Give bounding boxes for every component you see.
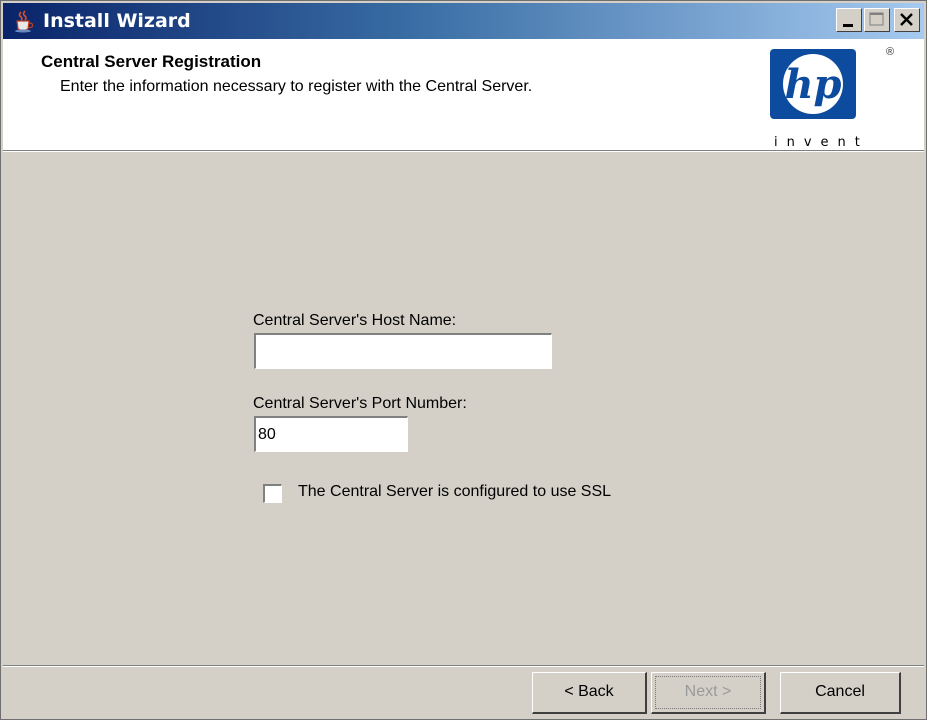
- host-name-label: Central Server's Host Name:: [253, 312, 457, 329]
- focus-ring: [655, 676, 761, 709]
- port-number-label: Central Server's Port Number:: [253, 395, 467, 412]
- port-number-input[interactable]: [254, 416, 408, 452]
- ssl-checkbox-label[interactable]: The Central Server is configured to use …: [298, 483, 611, 501]
- footer-divider-highlight: [3, 666, 924, 667]
- hp-logo-text: hp: [784, 61, 841, 108]
- next-button[interactable]: Next >: [651, 672, 766, 714]
- title-bar[interactable]: Install Wizard: [3, 3, 924, 39]
- ssl-checkbox[interactable]: [263, 484, 282, 503]
- minimize-icon: [843, 24, 853, 27]
- hp-logo: hp: [768, 49, 858, 119]
- wizard-header: Central Server Registration Enter the in…: [3, 39, 924, 151]
- close-button[interactable]: [894, 8, 920, 32]
- cancel-button[interactable]: Cancel: [780, 672, 901, 714]
- maximize-button[interactable]: [864, 8, 890, 32]
- host-name-input[interactable]: [254, 333, 552, 369]
- back-button[interactable]: < Back: [532, 672, 647, 714]
- java-cup-icon: [11, 9, 37, 33]
- wizard-body: Central Server's Host Name: Central Serv…: [3, 152, 924, 664]
- page-subtitle: Enter the information necessary to regis…: [60, 78, 533, 95]
- maximize-icon: [869, 12, 884, 26]
- minimize-button[interactable]: [836, 8, 862, 32]
- hp-tagline: invent: [774, 135, 869, 150]
- install-wizard-window: Install Wizard Central Server Registrati…: [0, 0, 927, 720]
- registered-mark: ®: [886, 46, 895, 58]
- page-title: Central Server Registration: [41, 52, 262, 71]
- window-title: Install Wizard: [43, 10, 191, 32]
- close-icon: [900, 13, 913, 26]
